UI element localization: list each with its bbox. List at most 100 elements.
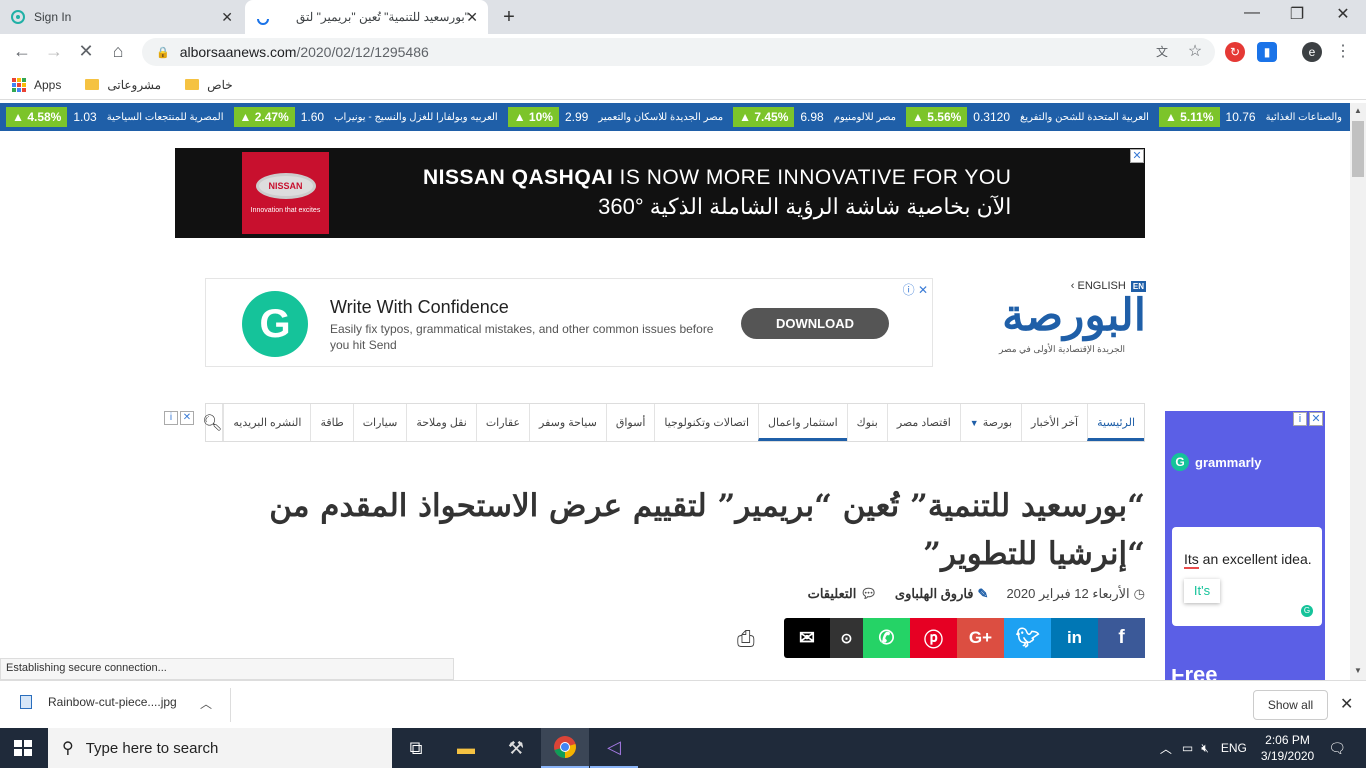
- nav-home[interactable]: الرئيسية: [1087, 404, 1144, 441]
- ticker-name: مصر الجديدة للاسكان والتعمير: [598, 111, 724, 123]
- facebook-icon: f: [1118, 627, 1125, 648]
- whatsapp-share-button[interactable]: ✆: [863, 618, 910, 658]
- print-icon[interactable]: ⎙: [737, 626, 755, 652]
- profile-avatar[interactable]: e: [1302, 42, 1322, 62]
- adchoices-icon[interactable]: ⓘ ✕: [903, 281, 928, 298]
- tab-title: Sign In: [34, 10, 72, 24]
- close-tab-icon[interactable]: ✕: [221, 9, 233, 26]
- linkedin-share-button[interactable]: in: [1051, 618, 1098, 658]
- home-icon[interactable]: ⌂: [106, 41, 130, 62]
- chevron-up-icon[interactable]: ︿: [200, 695, 212, 712]
- forward-icon[interactable]: →: [42, 41, 66, 62]
- language-indicator[interactable]: ENG: [1221, 741, 1247, 755]
- task-view-icon[interactable]: ⧉: [392, 728, 440, 768]
- article-author[interactable]: ✎ فاروق الهلباوى: [895, 586, 989, 602]
- tab-title: "بورسعيد للتنمية" تُعين "بريمير" لتق: [296, 10, 469, 24]
- twitter-share-button[interactable]: 🐦︎: [1004, 618, 1051, 658]
- ticker-item[interactable]: مصر للالومنيوم 6.98 ▲ 7.45%: [733, 107, 896, 127]
- bookmark-label: خاص: [207, 77, 233, 92]
- facebook-share-button[interactable]: f: [1098, 618, 1145, 658]
- ticker-item[interactable]: العربية المتحدة للشحن والتفريغ 0.3120 ▲ 5.…: [906, 107, 1149, 127]
- ticker-change-value: 5.11%: [1180, 110, 1214, 124]
- scroll-down-icon[interactable]: ▼: [1354, 666, 1362, 675]
- share-button[interactable]: ⊙: [830, 618, 863, 658]
- adchoices-icon[interactable]: i: [164, 411, 178, 425]
- page-scrollbar[interactable]: ▲ ▼: [1350, 103, 1366, 680]
- grammarly-mini-icon: G: [1301, 605, 1313, 617]
- new-tab-button[interactable]: +: [497, 6, 521, 29]
- chrome-icon[interactable]: [541, 728, 589, 768]
- bookmark-folder[interactable]: مشروعاتى: [85, 78, 161, 92]
- ticker-item[interactable]: والصناعات الغذائية 10.76 ▲ 5.11%: [1158, 107, 1342, 127]
- translate-icon[interactable]: 文: [1152, 42, 1172, 62]
- comments-link[interactable]: 💬︎ التعليقات: [808, 586, 877, 602]
- close-window-icon[interactable]: ✕: [1323, 4, 1363, 24]
- article-meta: ◷ الأربعاء 12 فبراير 2020 ✎ فاروق الهلباوى…: [780, 586, 1145, 602]
- ticker-item[interactable]: المصرية للمنتجعات السياحية 1.03 ▲ 4.58%: [6, 107, 224, 127]
- tab-sign-in[interactable]: Sign In ✕: [0, 0, 243, 34]
- ad-close-icon[interactable]: ✕: [180, 411, 194, 425]
- caret-down-icon: ▼: [969, 417, 979, 428]
- network-icon[interactable]: ▭: [1182, 741, 1193, 755]
- clock[interactable]: 2:06 PM 3/19/2020: [1261, 732, 1314, 764]
- ad-close-icon[interactable]: ✕: [1309, 412, 1323, 426]
- nav-bourse[interactable]: بورصة ▼: [959, 404, 1021, 441]
- grammarly-side-ad[interactable]: Ggrammarly Its an excellent idea. It's G…: [1165, 411, 1325, 680]
- close-tab-icon[interactable]: ✕: [466, 9, 478, 26]
- nav-latest[interactable]: آخر الأخبار: [1021, 404, 1087, 441]
- notifications-icon[interactable]: 🗨︎: [1328, 740, 1346, 757]
- nav-markets[interactable]: أسواق: [605, 404, 655, 441]
- nav-tourism[interactable]: سياحة وسفر: [529, 404, 606, 441]
- taskbar-search[interactable]: ⚲ Type here to search: [48, 728, 392, 768]
- download-button[interactable]: DOWNLOAD: [741, 308, 889, 339]
- bookmark-folder[interactable]: خاص: [185, 78, 233, 92]
- show-all-button[interactable]: Show all: [1253, 690, 1328, 720]
- chevron-up-icon[interactable]: ︿: [1160, 740, 1172, 757]
- pinterest-share-button[interactable]: ⓟ: [910, 618, 957, 658]
- ticker-item[interactable]: مصر الجديدة للاسكان والتعمير 2.99 ▲ 10%: [507, 107, 724, 127]
- volume-muted-icon[interactable]: 🔇︎: [1201, 741, 1209, 756]
- tab-article[interactable]: "بورسعيد للتنمية" تُعين "بريمير" لتق ✕: [245, 0, 488, 34]
- ticker-change: ▲ 5.11%: [1158, 107, 1220, 127]
- windows-start-icon[interactable]: [14, 740, 32, 756]
- extension-red-icon[interactable]: ↻: [1225, 42, 1245, 62]
- nav-cars[interactable]: سيارات: [352, 404, 407, 441]
- restore-icon[interactable]: ❐: [1277, 4, 1317, 24]
- bookmark-apps[interactable]: Apps: [12, 77, 61, 92]
- nav-investment[interactable]: استثمار واعمال: [758, 404, 847, 441]
- bookmark-star-icon[interactable]: ☆: [1185, 42, 1205, 62]
- download-item[interactable]: Rainbow-cut-piece....jpg: [20, 695, 177, 709]
- ticker-item[interactable]: العربيه وبولفارا للغزل والنسيج - يونيراب…: [233, 107, 498, 127]
- visual-studio-icon[interactable]: ◁: [590, 728, 638, 768]
- address-bar[interactable]: 🔒 alborsaanews.com/2020/02/12/1295486: [142, 38, 1215, 66]
- nav-banks[interactable]: بنوك: [846, 404, 887, 441]
- menu-icon[interactable]: ⋮: [1333, 42, 1353, 62]
- nav-energy[interactable]: طاقة: [310, 404, 352, 441]
- email-share-button[interactable]: ✉: [784, 618, 830, 658]
- ad-close-icon[interactable]: ✕: [1130, 149, 1144, 163]
- nissan-banner-ad[interactable]: NISSAN Innovation that excites NISSAN QA…: [175, 148, 1145, 238]
- search-icon[interactable]: 🔍︎: [202, 404, 224, 441]
- scrollbar-thumb[interactable]: [1352, 121, 1364, 177]
- nav-transport[interactable]: نقل وملاحة: [406, 404, 475, 441]
- nav-realestate[interactable]: عقارات: [475, 404, 529, 441]
- lock-icon: 🔒: [156, 46, 170, 59]
- site-logo[interactable]: ‹ ENGLISH EN البورصة الجريدة الإقتصادية …: [978, 280, 1146, 372]
- adchoices-icon[interactable]: i: [1293, 412, 1307, 426]
- close-downloads-icon[interactable]: ✕: [1340, 694, 1353, 714]
- nav-newsletter[interactable]: النشره البريديه: [223, 404, 310, 441]
- back-icon[interactable]: ←: [10, 41, 34, 62]
- ad-heading: Write With Confidence: [330, 297, 509, 317]
- minimize-icon[interactable]: —: [1232, 4, 1272, 22]
- googleplus-share-button[interactable]: G+: [957, 618, 1004, 658]
- grammarly-banner-ad[interactable]: G Write With Confidence Easily fix typos…: [205, 278, 933, 367]
- grammarly-brand: Ggrammarly: [1171, 453, 1261, 471]
- extension-blue-icon[interactable]: ▮: [1257, 42, 1277, 62]
- file-explorer-icon[interactable]: ▬: [442, 728, 490, 768]
- scroll-up-icon[interactable]: ▲: [1354, 106, 1362, 115]
- brand-text: grammarly: [1195, 454, 1262, 470]
- stop-icon[interactable]: ✕: [74, 41, 98, 62]
- nav-telecom[interactable]: اتصالات وتكنولوجيا: [654, 404, 758, 441]
- nav-economy[interactable]: اقتصاد مصر: [886, 404, 960, 441]
- tools-app-icon[interactable]: ⚒: [492, 728, 540, 768]
